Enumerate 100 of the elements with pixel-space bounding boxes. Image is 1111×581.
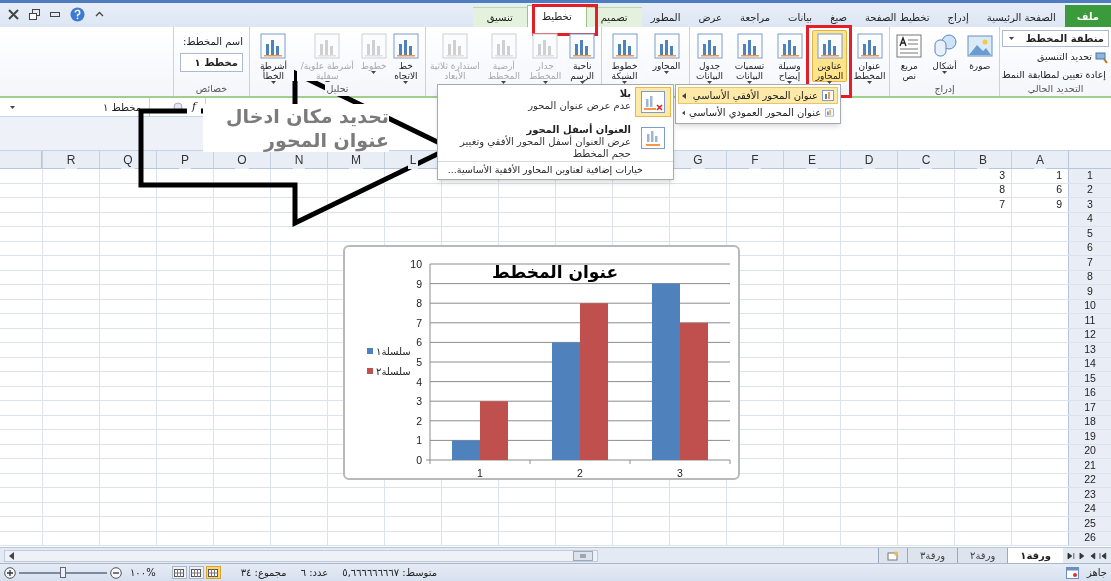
first-last-sheet-icon[interactable] bbox=[1067, 551, 1075, 560]
submenu-arrow-icon bbox=[682, 92, 686, 99]
name-box[interactable]: مخطط ١ bbox=[0, 98, 150, 116]
restore-icon[interactable] bbox=[29, 8, 40, 20]
sheet-tab[interactable]: ورقة١ bbox=[1007, 548, 1063, 563]
ribbon-tab[interactable]: إدراج bbox=[938, 7, 978, 27]
zoom-level[interactable]: %١٠٠ bbox=[130, 565, 156, 580]
zoom-slider-thumb[interactable] bbox=[60, 566, 66, 578]
view-button[interactable] bbox=[171, 566, 187, 579]
ribbon-button[interactable]: ناحية الرسم bbox=[565, 30, 599, 82]
ribbon-button[interactable]: وسيلة إيضاح bbox=[772, 30, 807, 82]
paint-brush-icon bbox=[1095, 51, 1109, 64]
scroll-left-icon[interactable] bbox=[9, 551, 15, 560]
ribbon-button[interactable]: أشرطة الخطأ bbox=[252, 30, 295, 82]
legend-label: سلسلة١ bbox=[376, 346, 411, 357]
ribbon-button[interactable]: تسميات البيانات bbox=[732, 30, 767, 82]
chart-icon bbox=[360, 33, 387, 59]
column-header[interactable]: B bbox=[954, 151, 1011, 168]
ribbon-tab[interactable]: عرض bbox=[689, 7, 732, 27]
ribbon-button[interactable]: صورة bbox=[962, 30, 997, 82]
chart-icon bbox=[696, 33, 723, 59]
column-header[interactable]: E bbox=[783, 151, 840, 168]
column-header[interactable]: D bbox=[840, 151, 897, 168]
ribbon-button[interactable]: أشكال bbox=[927, 30, 962, 82]
minimize-icon[interactable] bbox=[50, 11, 60, 17]
column-header[interactable]: G bbox=[669, 151, 726, 168]
row-header[interactable]: 19 bbox=[1068, 430, 1111, 444]
table-cell: 7 bbox=[954, 198, 1011, 212]
chart-icon bbox=[490, 33, 517, 59]
table-cell: 3 bbox=[954, 169, 1011, 183]
macro-record-icon[interactable] bbox=[1065, 566, 1079, 579]
status-text: جاهز bbox=[1086, 566, 1107, 580]
zoom-in-icon[interactable] bbox=[4, 566, 16, 579]
format-selection-button[interactable]: تحديد التنسيق bbox=[1002, 50, 1109, 65]
ribbon-tab[interactable]: الصفحة الرئيسية bbox=[977, 7, 1065, 27]
axis-tick-label: 9 bbox=[416, 277, 422, 290]
ribbon-button[interactable]: خط الاتجاه bbox=[388, 30, 423, 82]
ribbon-tab[interactable]: صيغ bbox=[821, 7, 856, 27]
chart-icon bbox=[776, 33, 803, 59]
ribbon-button[interactable]: عنوان المخطط bbox=[852, 30, 887, 82]
ribbon-button[interactable]: مربع نص bbox=[892, 30, 927, 82]
chart-name-field[interactable]: مخطط ١ bbox=[180, 53, 243, 72]
submenu-arrow-icon bbox=[682, 109, 685, 116]
caret-icon bbox=[10, 105, 15, 109]
sheet-tab[interactable]: ورقة٢ bbox=[957, 548, 1008, 563]
row-header[interactable]: 25 bbox=[1068, 517, 1111, 531]
reset-style-button[interactable]: إعادة تعيين لمطابقة النمط bbox=[1002, 68, 1109, 83]
ribbon-tab[interactable]: تنسيق bbox=[472, 7, 527, 27]
row-header[interactable]: 17 bbox=[1068, 401, 1111, 415]
column-header[interactable]: C bbox=[897, 151, 954, 168]
horizontal-axis-title-icon bbox=[822, 90, 834, 101]
ribbon-tab[interactable]: ملف bbox=[1064, 5, 1111, 27]
row-header[interactable]: 11 bbox=[1068, 314, 1111, 328]
ribbon-button[interactable]: جدول البيانات bbox=[692, 30, 727, 82]
row-header[interactable]: 23 bbox=[1068, 488, 1111, 502]
view-button[interactable] bbox=[188, 566, 204, 579]
ribbon-tab[interactable]: تصميم bbox=[586, 7, 642, 27]
chart-icon bbox=[653, 33, 680, 59]
axis-tick-label: 0 bbox=[416, 454, 422, 466]
highlight-frame bbox=[532, 4, 598, 36]
row-header[interactable]: 1 bbox=[1068, 169, 1111, 183]
row-header[interactable]: 9 bbox=[1068, 285, 1111, 299]
close-icon[interactable] bbox=[8, 8, 19, 20]
row-header[interactable]: 13 bbox=[1068, 343, 1111, 357]
row-header[interactable]: 5 bbox=[1068, 227, 1111, 241]
row-header[interactable]: 3 bbox=[1068, 198, 1111, 212]
menu-item[interactable]: عنوان المحور العمودي الأساسي bbox=[678, 104, 838, 121]
normal-view-icon bbox=[208, 568, 219, 577]
ribbon-collapse-icon[interactable] bbox=[95, 11, 104, 17]
column-header[interactable]: Q bbox=[99, 151, 156, 168]
column-header[interactable]: R bbox=[42, 151, 99, 168]
sheet-tab[interactable]: ورقة٣ bbox=[906, 548, 958, 563]
axis-tick-label: 1 bbox=[477, 467, 483, 479]
help-icon[interactable] bbox=[70, 6, 85, 22]
menu-item[interactable]: بلا عدم عرض عنوان المحور bbox=[438, 85, 673, 121]
column-header[interactable]: A bbox=[1011, 151, 1068, 168]
column-header[interactable]: F bbox=[726, 151, 783, 168]
ribbon-button[interactable]: خطوط الشبكة bbox=[604, 30, 645, 82]
row-header[interactable]: 21 bbox=[1068, 459, 1111, 473]
zoom-out-icon[interactable] bbox=[110, 566, 122, 579]
chart-icon bbox=[816, 33, 843, 59]
axis-tick-label: 2 bbox=[416, 414, 422, 427]
scroll-thumb-icon[interactable] bbox=[572, 550, 593, 561]
axis-tick-label: 4 bbox=[416, 375, 422, 388]
ribbon-button[interactable]: المحاور bbox=[646, 30, 687, 82]
picture-icon bbox=[966, 33, 993, 59]
ribbon-tab[interactable]: مراجعة bbox=[731, 7, 780, 27]
ribbon-button[interactable]: عناوين المحاور bbox=[812, 30, 847, 82]
legend-label: سلسلة٢ bbox=[376, 366, 411, 377]
ribbon-tab[interactable]: المطور bbox=[641, 7, 690, 27]
ribbon-tab[interactable]: تخطيط الصفحة bbox=[856, 7, 939, 27]
chart-element-dropdown[interactable]: منطقة المخطط bbox=[1002, 30, 1109, 47]
first-last-sheet-icon[interactable] bbox=[1099, 551, 1107, 560]
status-statistic: عدد: ٦ bbox=[300, 566, 329, 580]
view-button[interactable] bbox=[205, 566, 221, 579]
menu-item[interactable]: عنوان المحور الأفقي الأساسي bbox=[678, 87, 838, 104]
ribbon-tab[interactable]: بيانات bbox=[779, 7, 822, 27]
row-header[interactable]: 15 bbox=[1068, 372, 1111, 386]
row-header[interactable]: 7 bbox=[1068, 256, 1111, 270]
more-options-menu-item[interactable]: خيارات إضافية لعناوين المحاور الأفقية الأساسية... bbox=[438, 161, 673, 179]
